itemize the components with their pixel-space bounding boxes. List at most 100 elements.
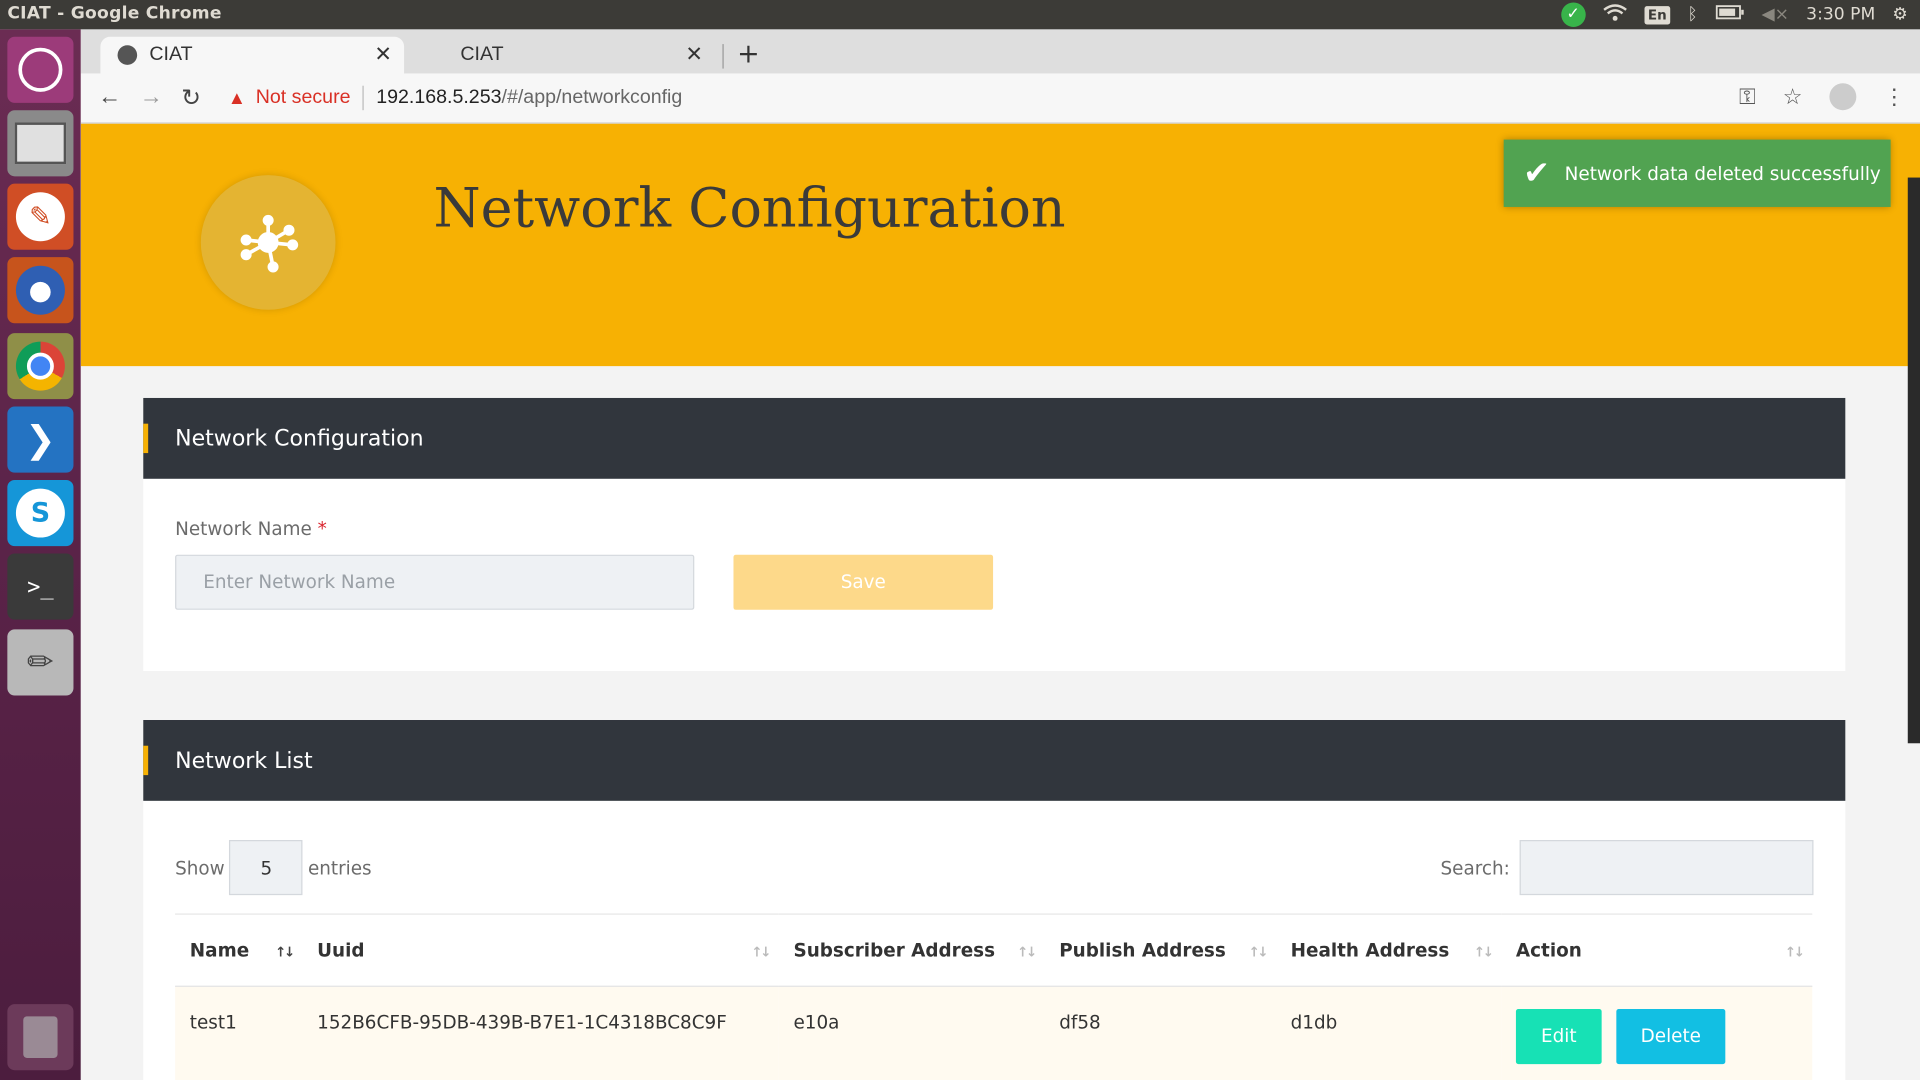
volume-muted-icon[interactable]: ◀× [1761, 5, 1789, 25]
sort-icon: ↑↓ [1017, 944, 1037, 961]
column-label: Publish Address [1059, 939, 1226, 962]
column-header-name[interactable]: Name ↑↓ [175, 913, 303, 987]
cell-publish: df58 [1044, 986, 1276, 1080]
bluetooth-icon[interactable]: ᛒ [1687, 5, 1697, 25]
url-host: 192.168.5.253 [376, 86, 502, 108]
network-name-input[interactable]: Enter Network Name [175, 554, 695, 610]
show-label: Show [175, 856, 225, 879]
tab-divider [722, 44, 724, 69]
required-mark: * [317, 517, 327, 541]
tab-ciat-active[interactable]: CIAT ✕ [100, 36, 405, 74]
toast-message: Network data deleted successfully [1564, 162, 1881, 185]
search-input[interactable] [1519, 840, 1814, 896]
column-label: Uuid [317, 939, 365, 962]
security-status[interactable]: Not secure [256, 87, 351, 109]
column-header-uuid[interactable]: Uuid ↑↓ [302, 913, 779, 987]
settings-gear-icon[interactable]: ⚙ [1892, 5, 1907, 25]
card-header: Network List [143, 720, 1846, 801]
address-bar[interactable]: ▲ Not secure 192.168.5.253 /#/app/networ… [227, 85, 683, 111]
column-header-publish[interactable]: Publish Address ↑↓ [1044, 913, 1276, 987]
network-config-card: Network Configuration Network Name * Ent… [143, 397, 1846, 672]
close-tab-icon[interactable]: ✕ [685, 43, 702, 67]
vscode-app-icon[interactable]: ❯ [7, 406, 74, 473]
tab-label: CIAT [460, 44, 504, 65]
column-header-action[interactable]: Action ↑↓ [1501, 913, 1813, 987]
table-search: Search: [1440, 840, 1814, 896]
url-path: /#/app/networkconfig [501, 86, 683, 108]
card-title: Network Configuration [175, 425, 424, 452]
sort-icon: ↑↓ [1473, 944, 1494, 961]
column-label: Subscriber Address [793, 939, 996, 962]
battery-icon[interactable] [1715, 5, 1744, 25]
checkmark-icon: ✔ [1523, 154, 1550, 192]
menu-kebab-icon[interactable]: ⋮ [1883, 84, 1905, 110]
address-divider [362, 85, 364, 111]
entries-label: entries [307, 856, 372, 879]
browser-actions: ⚿ ☆ ⋮ [1739, 83, 1905, 111]
loading-icon [429, 45, 449, 65]
network-table: Name ↑↓ Uuid ↑↓ Subscriber Address ↑↓ Publi… [175, 913, 1813, 1080]
launcher-dock: ✎ ● ❯ S >_ ✏ [0, 29, 81, 1080]
sort-icon: ↑↓ [751, 944, 771, 961]
browser-tab-strip: CIAT ✕ CIAT ✕ + [80, 29, 1920, 74]
network-name-label: Network Name * [175, 518, 327, 540]
key-icon[interactable]: ⚿ [1739, 84, 1756, 110]
edit-button[interactable]: Edit [1515, 1008, 1602, 1065]
close-tab-icon[interactable]: ✕ [374, 43, 391, 67]
firefox-app-icon[interactable]: ● [7, 257, 74, 324]
skype-app-icon[interactable]: S [7, 480, 74, 547]
text-editor-app-icon[interactable]: ✏ [7, 629, 74, 696]
card-header: Network Configuration [143, 397, 1846, 479]
globe-icon [117, 45, 138, 65]
cell-health: d1db [1275, 986, 1502, 1080]
reload-icon[interactable]: ↻ [181, 84, 200, 112]
terminal-app-icon[interactable]: >_ [7, 553, 74, 620]
network-list-card: Network List Show 5 entries Search: Name… [143, 720, 1846, 1080]
bookmark-star-icon[interactable]: ☆ [1783, 84, 1803, 110]
cell-subscriber: e10a [778, 986, 1045, 1080]
sort-icon: ↑↓ [1784, 944, 1805, 961]
postman-app-icon[interactable]: ✎ [7, 183, 74, 250]
page-header-banner: Network Configuration ✔ Network data del… [80, 123, 1920, 367]
browser-toolbar: ← → ↻ ▲ Not secure 192.168.5.253 /#/app/… [80, 73, 1920, 124]
search-label: Search: [1440, 856, 1510, 879]
profile-avatar[interactable] [1829, 83, 1857, 111]
clock[interactable]: 3:30 PM [1806, 5, 1875, 25]
back-arrow-icon[interactable]: ← [98, 84, 121, 111]
column-header-subscriber[interactable]: Subscriber Address ↑↓ [778, 913, 1045, 987]
success-toast[interactable]: ✔ Network data deleted successfully [1503, 139, 1891, 207]
system-tray: ✓ En ᛒ ◀× 3:30 PM ⚙ [1560, 0, 1920, 29]
page-scrollbar[interactable] [1907, 177, 1920, 744]
screen: CIAT - Google Chrome ✓ En ᛒ ◀× 3:30 PM ⚙… [0, 0, 1920, 1080]
keyboard-layout-indicator[interactable]: En [1644, 5, 1671, 24]
field-label-text: Network Name [175, 517, 312, 541]
delete-button[interactable]: Delete [1616, 1008, 1726, 1065]
sort-icon: ↑↓ [1248, 944, 1268, 961]
cell-uuid: 152B6CFB-95DB-439B-B7E1-1C4318BC8C9F [302, 986, 779, 1080]
warning-triangle-icon: ▲ [227, 87, 246, 109]
entries-length-control: Show 5 entries [175, 840, 372, 896]
files-app-icon[interactable] [7, 110, 74, 177]
update-check-icon[interactable]: ✓ [1560, 2, 1586, 27]
wifi-icon[interactable] [1603, 4, 1627, 26]
new-tab-plus-icon[interactable]: + [737, 39, 760, 70]
forward-arrow-icon[interactable]: → [140, 84, 163, 111]
save-button[interactable]: Save [733, 554, 994, 610]
table-row: test1 152B6CFB-95DB-439B-B7E1-1C4318BC8C… [175, 986, 1813, 1080]
column-header-health[interactable]: Health Address ↑↓ [1275, 913, 1502, 987]
cell-name: test1 [175, 986, 303, 1080]
network-hub-icon [200, 175, 336, 310]
column-label: Name [189, 939, 250, 962]
column-label: Action [1515, 939, 1582, 962]
column-label: Health Address [1290, 939, 1450, 962]
tab-ciat-inactive[interactable]: CIAT ✕ [411, 37, 715, 74]
sort-asc-icon: ↑↓ [274, 944, 295, 961]
chrome-app-icon[interactable] [7, 333, 74, 400]
trash-icon[interactable] [7, 1004, 74, 1071]
os-top-panel: CIAT - Google Chrome ✓ En ᛒ ◀× 3:30 PM ⚙ [0, 0, 1920, 30]
entries-select[interactable]: 5 [229, 840, 304, 896]
tab-label: CIAT [149, 44, 193, 65]
ubuntu-dash-icon[interactable] [7, 36, 74, 103]
card-title: Network List [175, 747, 313, 774]
page-content: Network Configuration ✔ Network data del… [80, 123, 1920, 1080]
